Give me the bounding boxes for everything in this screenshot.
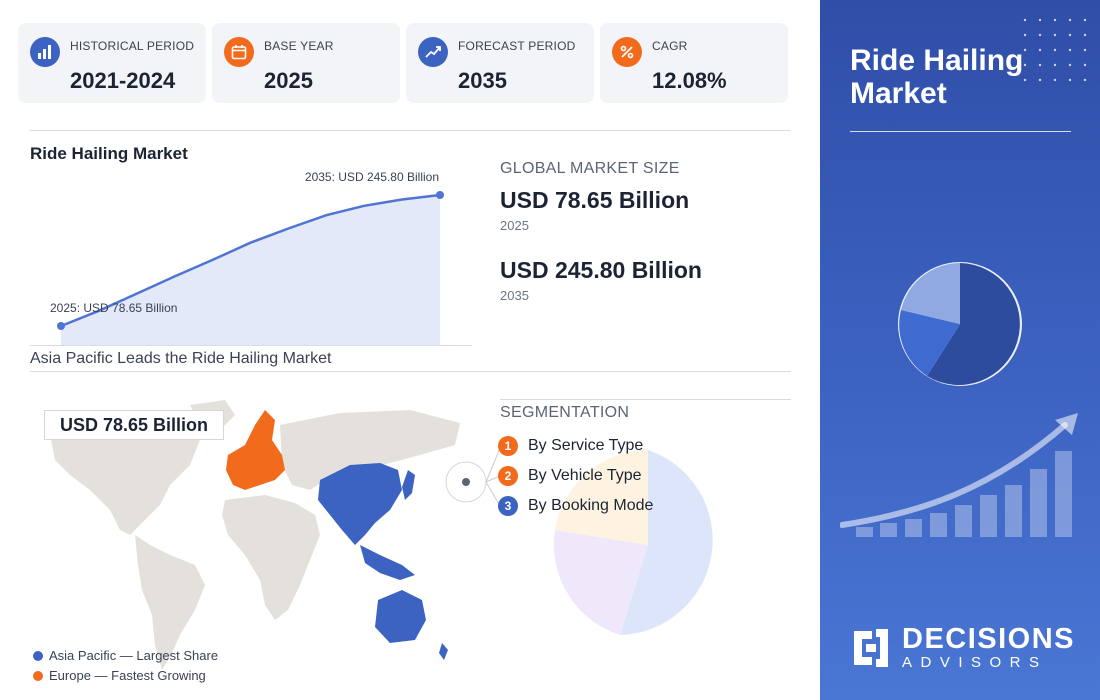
asia-pacific-shape bbox=[318, 463, 402, 545]
market-year-2035: 2035 bbox=[500, 288, 529, 303]
top-divider bbox=[30, 130, 791, 131]
europe-shape bbox=[226, 410, 285, 490]
legend-label: Europe — Fastest Growing bbox=[49, 668, 206, 683]
map-section-title: Asia Pacific Leads the Ride Hailing Mark… bbox=[30, 350, 332, 367]
percent-icon bbox=[612, 37, 642, 67]
africa-shape bbox=[222, 495, 320, 620]
segment-vehicle-type[interactable]: 2 By Vehicle Type bbox=[498, 466, 642, 486]
australia-shape bbox=[375, 590, 426, 643]
calendar-icon bbox=[224, 37, 254, 67]
kpi-value: 2021-2024 bbox=[70, 68, 176, 93]
start-annotation: 2025: USD 78.65 Billion bbox=[50, 301, 177, 315]
global-market-size-label: GLOBAL MARKET SIZE bbox=[500, 160, 680, 177]
brand-mark-icon bbox=[854, 629, 888, 667]
area-fill bbox=[61, 195, 440, 345]
growth-bars-illustration bbox=[840, 413, 1078, 537]
market-year-2025: 2025 bbox=[500, 218, 529, 233]
right-panel: Ride Hailing Market DECISIONS ADVISORS bbox=[820, 0, 1100, 700]
kpi-label: FORECAST PERIOD bbox=[458, 39, 576, 53]
new-zealand-shape bbox=[439, 643, 448, 660]
segment-label: By Service Type bbox=[528, 437, 644, 454]
brand-sub: ADVISORS bbox=[902, 654, 1048, 671]
kpi-value: 2025 bbox=[264, 68, 313, 93]
segment-number: 1 bbox=[498, 436, 518, 456]
segment-number: 3 bbox=[498, 496, 518, 516]
legend-dot bbox=[33, 670, 43, 681]
brand-name: DECISIONS bbox=[902, 623, 1076, 655]
segment-label: By Booking Mode bbox=[528, 497, 654, 514]
brand-logo: DECISIONS ADVISORS bbox=[850, 624, 1075, 672]
kpi-historical-period: HISTORICAL PERIOD 2021-2024 bbox=[18, 23, 206, 103]
japan-shape bbox=[402, 470, 415, 500]
market-value-2035: USD 245.80 Billion bbox=[500, 257, 702, 283]
kpi-base-year: BASE YEAR 2025 bbox=[212, 23, 400, 103]
kpi-value: 12.08% bbox=[652, 68, 727, 93]
panel-rule bbox=[850, 131, 1071, 132]
segment-number: 2 bbox=[498, 466, 518, 486]
segmentation-divider bbox=[500, 399, 791, 400]
kpi-label: HISTORICAL PERIOD bbox=[70, 39, 195, 53]
legend-europe: Europe — Fastest Growing bbox=[33, 668, 206, 683]
end-point bbox=[436, 191, 444, 199]
kpi-cagr: CAGR 12.08% bbox=[600, 23, 788, 103]
kpi-label: BASE YEAR bbox=[264, 39, 334, 53]
segment-booking-mode[interactable]: 3 By Booking Mode bbox=[498, 496, 653, 516]
region-value-badge: USD 78.65 Billion bbox=[44, 410, 224, 440]
segmentation-label: SEGMENTATION bbox=[500, 404, 630, 421]
legend-dot bbox=[33, 650, 43, 661]
kpi-forecast-period: FORECAST PERIOD 2035 bbox=[406, 23, 594, 103]
market-value-2025: USD 78.65 Billion bbox=[500, 187, 690, 213]
segmentation-connector bbox=[445, 447, 501, 507]
panel-title: Ride Hailing Market bbox=[850, 44, 1024, 110]
kpi-row: HISTORICAL PERIOD 2021-2024 BASE YEAR 20… bbox=[18, 23, 788, 103]
market-size-area-chart: 2025: USD 78.65 Billion 2035: USD 245.80… bbox=[50, 170, 444, 345]
chart-baseline bbox=[30, 345, 472, 346]
trend-up-icon bbox=[418, 37, 448, 67]
southeast-asia-shape bbox=[360, 545, 415, 580]
start-point bbox=[57, 322, 65, 330]
kpi-label: CAGR bbox=[652, 39, 688, 53]
panel-pie-icon bbox=[898, 262, 1022, 386]
segment-service-type[interactable]: 1 By Service Type bbox=[498, 436, 643, 456]
legend-asia-pacific: Asia Pacific — Largest Share bbox=[33, 648, 218, 663]
map-divider bbox=[30, 371, 791, 372]
kpi-value: 2035 bbox=[458, 68, 507, 93]
bar-chart-icon bbox=[30, 37, 60, 67]
legend-label: Asia Pacific — Largest Share bbox=[49, 648, 219, 663]
end-annotation: 2035: USD 245.80 Billion bbox=[305, 170, 439, 184]
segment-label: By Vehicle Type bbox=[528, 467, 642, 484]
